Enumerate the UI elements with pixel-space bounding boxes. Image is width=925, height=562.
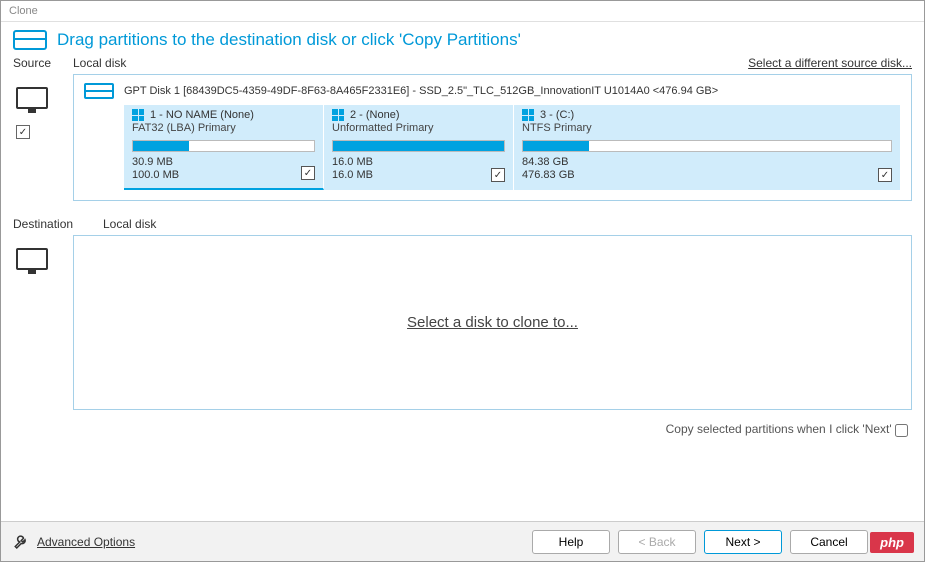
partitions-row: 1 - NO NAME (None) FAT32 (LBA) Primary 3…	[74, 105, 911, 200]
partition-total: 16.0 MB	[332, 169, 505, 182]
windows-icon	[132, 109, 144, 121]
disk-header: GPT Disk 1 [68439DC5-4359-49DF-8F63-8A46…	[74, 75, 911, 105]
partition-checkbox[interactable]: ✓	[878, 168, 892, 182]
cancel-button[interactable]: Cancel	[790, 530, 868, 554]
source-panel: ✓ GPT Disk 1 [68439DC5-4359-49DF-8F63-8A…	[73, 74, 912, 201]
destination-label: Destination	[13, 217, 103, 231]
partition-3[interactable]: 3 - (C:) NTFS Primary 84.38 GB 476.83 GB…	[514, 105, 901, 190]
partition-title: 3 - (C:)	[540, 109, 574, 121]
destination-labels: Destination Local disk	[1, 209, 924, 235]
usage-bar	[132, 140, 315, 152]
partition-checkbox[interactable]: ✓	[491, 168, 505, 182]
monitor-icon	[16, 248, 48, 270]
partition-checkbox[interactable]: ✓	[301, 166, 315, 180]
destination-disk-type: Local disk	[103, 217, 156, 231]
partition-subtitle: Unformatted Primary	[332, 122, 505, 134]
php-badge: php	[870, 532, 914, 553]
partition-title: 1 - NO NAME (None)	[150, 109, 254, 121]
destination-panel: Select a disk to clone to...	[73, 235, 912, 410]
partition-title: 2 - (None)	[350, 109, 400, 121]
partition-used: 84.38 GB	[522, 156, 892, 169]
monitor-icon	[16, 87, 48, 109]
partition-used: 16.0 MB	[332, 156, 505, 169]
source-label: Source	[13, 56, 73, 70]
next-button[interactable]: Next >	[704, 530, 782, 554]
page-header: Drag partitions to the destination disk …	[1, 22, 924, 56]
partition-used: 30.9 MB	[132, 156, 315, 169]
select-different-source-link[interactable]: Select a different source disk...	[748, 56, 912, 70]
wrench-icon	[13, 533, 31, 551]
copy-option-checkbox[interactable]	[895, 424, 908, 437]
source-disk-type: Local disk	[73, 56, 126, 70]
copy-option-row: Copy selected partitions when I click 'N…	[1, 418, 924, 440]
partition-2[interactable]: 2 - (None) Unformatted Primary 16.0 MB 1…	[324, 105, 514, 190]
page-title: Drag partitions to the destination disk …	[57, 30, 521, 50]
partition-total: 100.0 MB	[132, 169, 315, 182]
partition-total: 476.83 GB	[522, 169, 892, 182]
select-all-checkbox[interactable]: ✓	[16, 125, 30, 139]
footer: Advanced Options Help < Back Next > Canc…	[1, 521, 924, 561]
disk-icon	[84, 83, 114, 99]
help-button[interactable]: Help	[532, 530, 610, 554]
disk-icon	[13, 30, 47, 50]
select-destination-link[interactable]: Select a disk to clone to...	[407, 314, 578, 331]
windows-icon	[332, 109, 344, 121]
partition-subtitle: NTFS Primary	[522, 122, 892, 134]
window-title: Clone	[1, 1, 924, 22]
advanced-options-link[interactable]: Advanced Options	[37, 535, 135, 549]
partition-1[interactable]: 1 - NO NAME (None) FAT32 (LBA) Primary 3…	[124, 105, 324, 190]
disk-label: GPT Disk 1 [68439DC5-4359-49DF-8F63-8A46…	[124, 85, 718, 97]
partition-subtitle: FAT32 (LBA) Primary	[132, 122, 315, 134]
usage-bar	[522, 140, 892, 152]
back-button[interactable]: < Back	[618, 530, 696, 554]
usage-bar	[332, 140, 505, 152]
source-labels: Source Local disk Select a different sou…	[1, 56, 924, 74]
windows-icon	[522, 109, 534, 121]
copy-option-label: Copy selected partitions when I click 'N…	[666, 422, 892, 436]
